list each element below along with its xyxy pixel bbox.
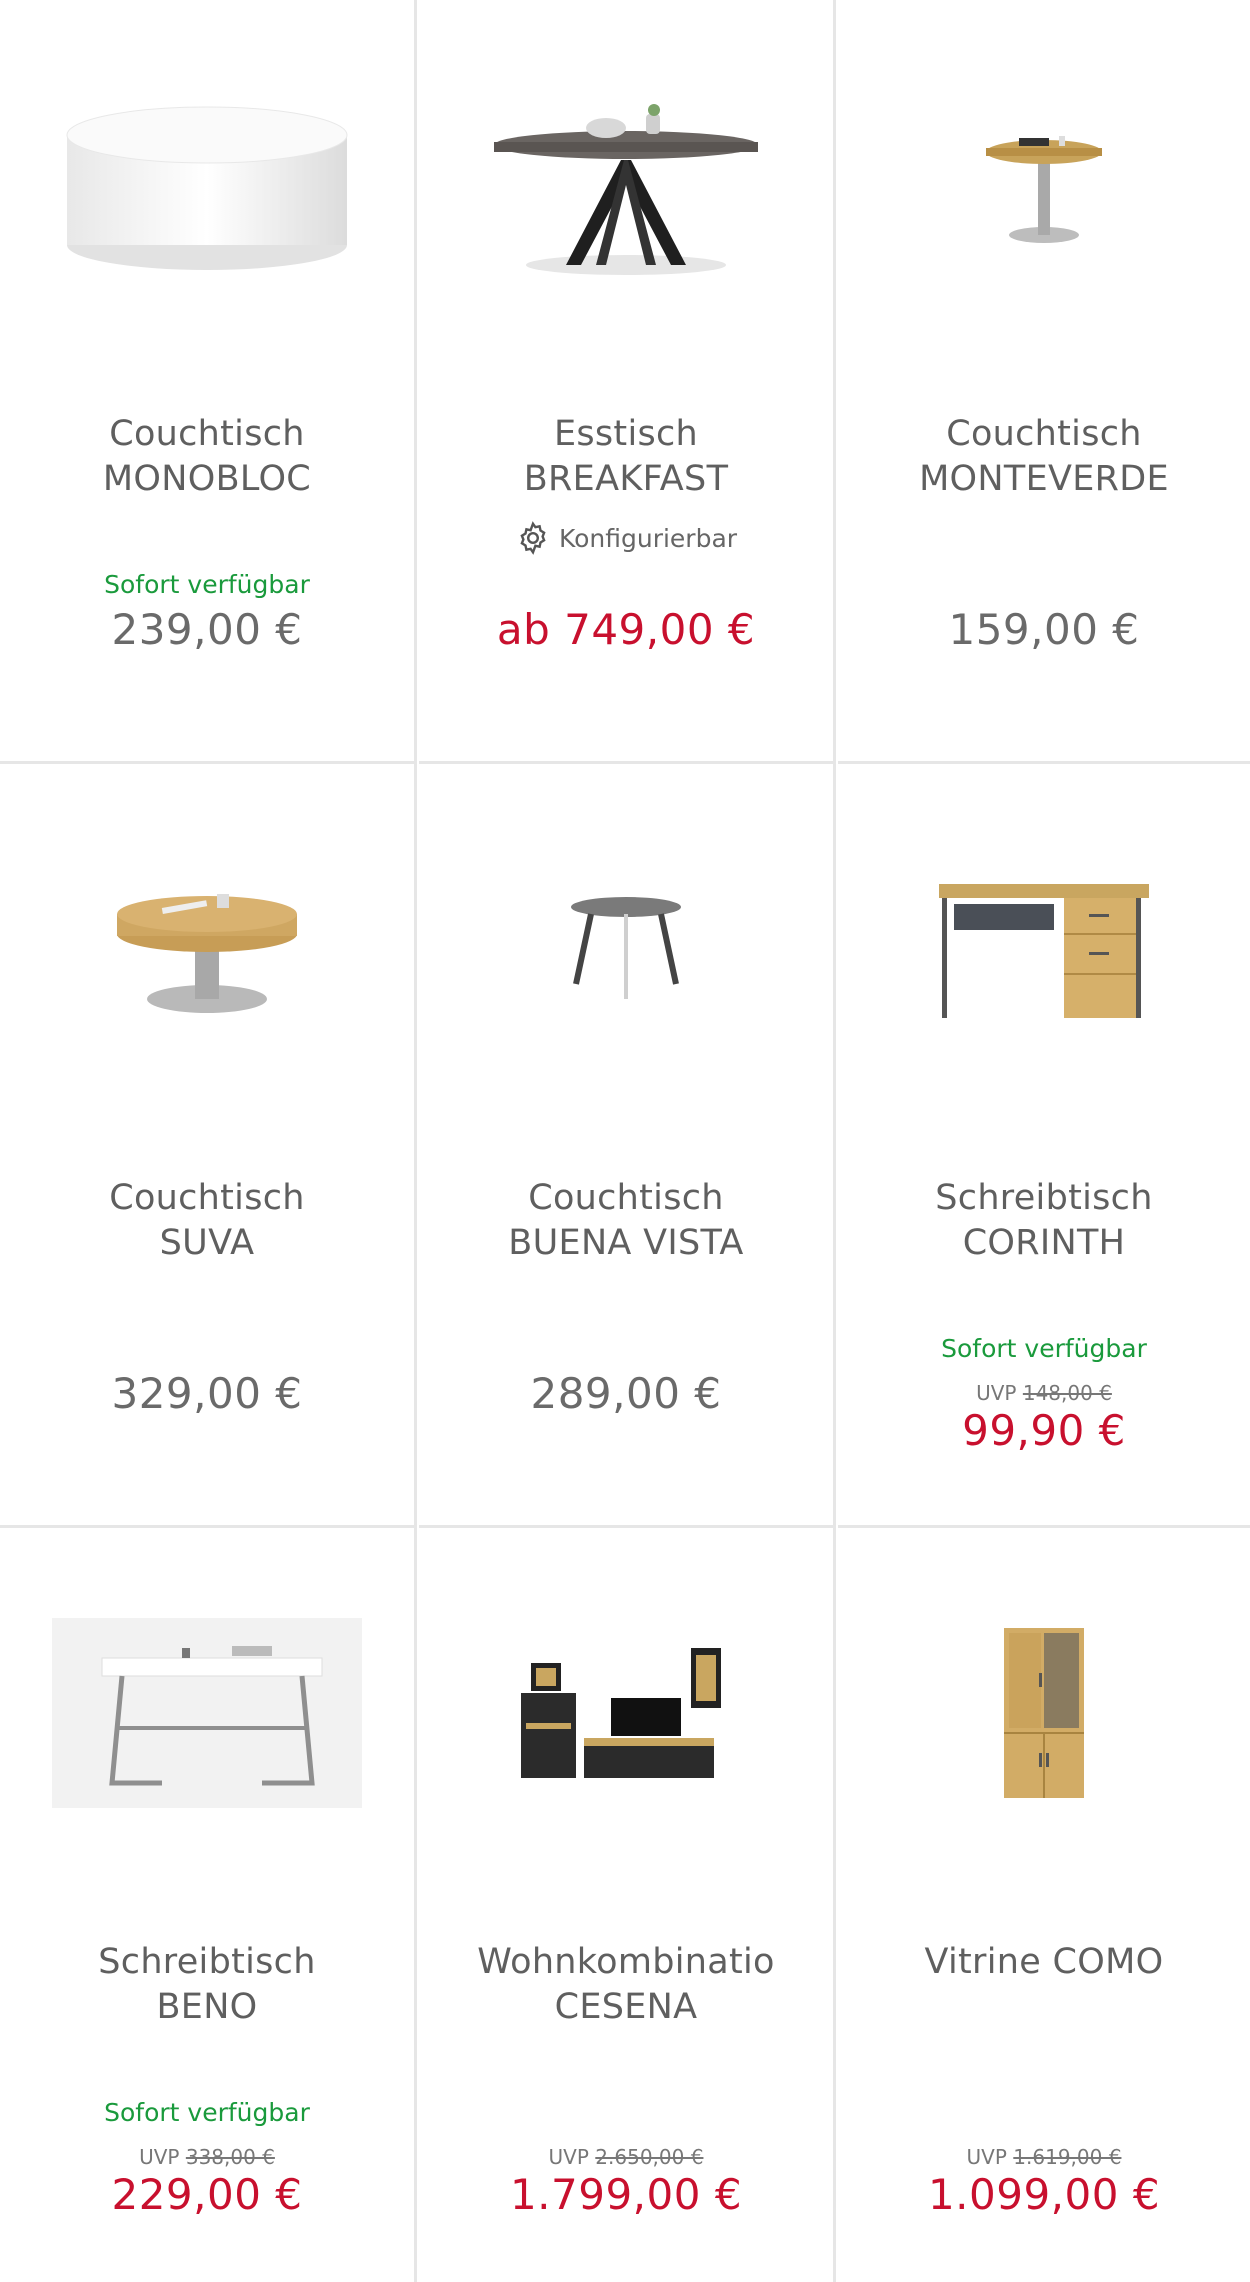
availability-label: Sofort verfügbar	[104, 570, 310, 599]
availability-label: Sofort verfügbar	[941, 1334, 1147, 1363]
product-card[interactable]: Couchtisch BUENA VISTA 289,00 €	[419, 764, 836, 1528]
product-image[interactable]	[0, 1528, 414, 1898]
product-card[interactable]: Couchtisch SUVA 329,00 €	[0, 764, 417, 1528]
configurable-label: Konfigurierbar	[558, 523, 738, 553]
product-title[interactable]: Couchtisch MONOBLOC	[20, 412, 394, 502]
product-title[interactable]: Schreibtisch CORINTH	[858, 1176, 1230, 1266]
product-title[interactable]: Couchtisch BUENA VISTA	[439, 1176, 813, 1266]
price: 329,00 €	[111, 1369, 303, 1418]
product-image[interactable]	[0, 764, 414, 1134]
price: 229,00 €	[111, 2170, 303, 2219]
product-title[interactable]: Wohnkombinatio CESENA	[439, 1940, 813, 2030]
product-card[interactable]: Schreibtisch BENO Sofort verfügbar UVP 33…	[0, 1528, 417, 2282]
price: 239,00 €	[111, 605, 303, 654]
gear-icon	[520, 521, 546, 555]
product-image[interactable]	[838, 0, 1250, 370]
product-image[interactable]	[838, 764, 1250, 1134]
uvp-price: UVP 338,00 €	[139, 2145, 275, 2169]
product-image[interactable]	[419, 0, 833, 370]
product-card[interactable]: Esstisch BREAKFAST Konfigurierbar ab 749,…	[419, 0, 836, 764]
product-title[interactable]: Couchtisch SUVA	[20, 1176, 394, 1266]
product-image[interactable]	[419, 1528, 833, 1898]
product-title[interactable]: Esstisch BREAKFAST	[439, 412, 813, 502]
product-card[interactable]: Couchtisch MONTEVERDE 159,00 €	[838, 0, 1250, 764]
product-grid: Couchtisch MONOBLOC Sofort verfügbar 239,…	[0, 0, 1250, 2282]
product-image[interactable]	[0, 0, 414, 370]
product-image[interactable]	[838, 1528, 1250, 1898]
product-card[interactable]: Couchtisch MONOBLOC Sofort verfügbar 239,…	[0, 0, 417, 764]
price: 289,00 €	[530, 1369, 722, 1418]
price: 1.099,00 €	[927, 2170, 1161, 2219]
price: ab 749,00 €	[496, 605, 756, 654]
uvp-price: UVP 2.650,00 €	[548, 2145, 704, 2169]
product-title[interactable]: Couchtisch MONTEVERDE	[858, 412, 1230, 502]
product-image[interactable]	[419, 764, 833, 1134]
product-title[interactable]: Vitrine COMO	[858, 1940, 1230, 1985]
product-card[interactable]: Vitrine COMO UVP 1.619,00 € 1.099,00 €	[838, 1528, 1250, 2282]
uvp-price: UVP 1.619,00 €	[966, 2145, 1122, 2169]
price: 1.799,00 €	[509, 2170, 743, 2219]
availability-label: Sofort verfügbar	[104, 2098, 310, 2127]
price: 159,00 €	[948, 605, 1140, 654]
uvp-price: UVP 148,00 €	[976, 1381, 1112, 1405]
product-card[interactable]: Schreibtisch CORINTH Sofort verfügbar UVP…	[838, 764, 1250, 1528]
product-card[interactable]: Wohnkombinatio CESENA UVP 2.650,00 € 1.79…	[419, 1528, 836, 2282]
configurable-badge: Konfigurierbar	[419, 516, 833, 560]
product-title[interactable]: Schreibtisch BENO	[20, 1940, 394, 2030]
price: 99,90 €	[962, 1406, 1126, 1455]
